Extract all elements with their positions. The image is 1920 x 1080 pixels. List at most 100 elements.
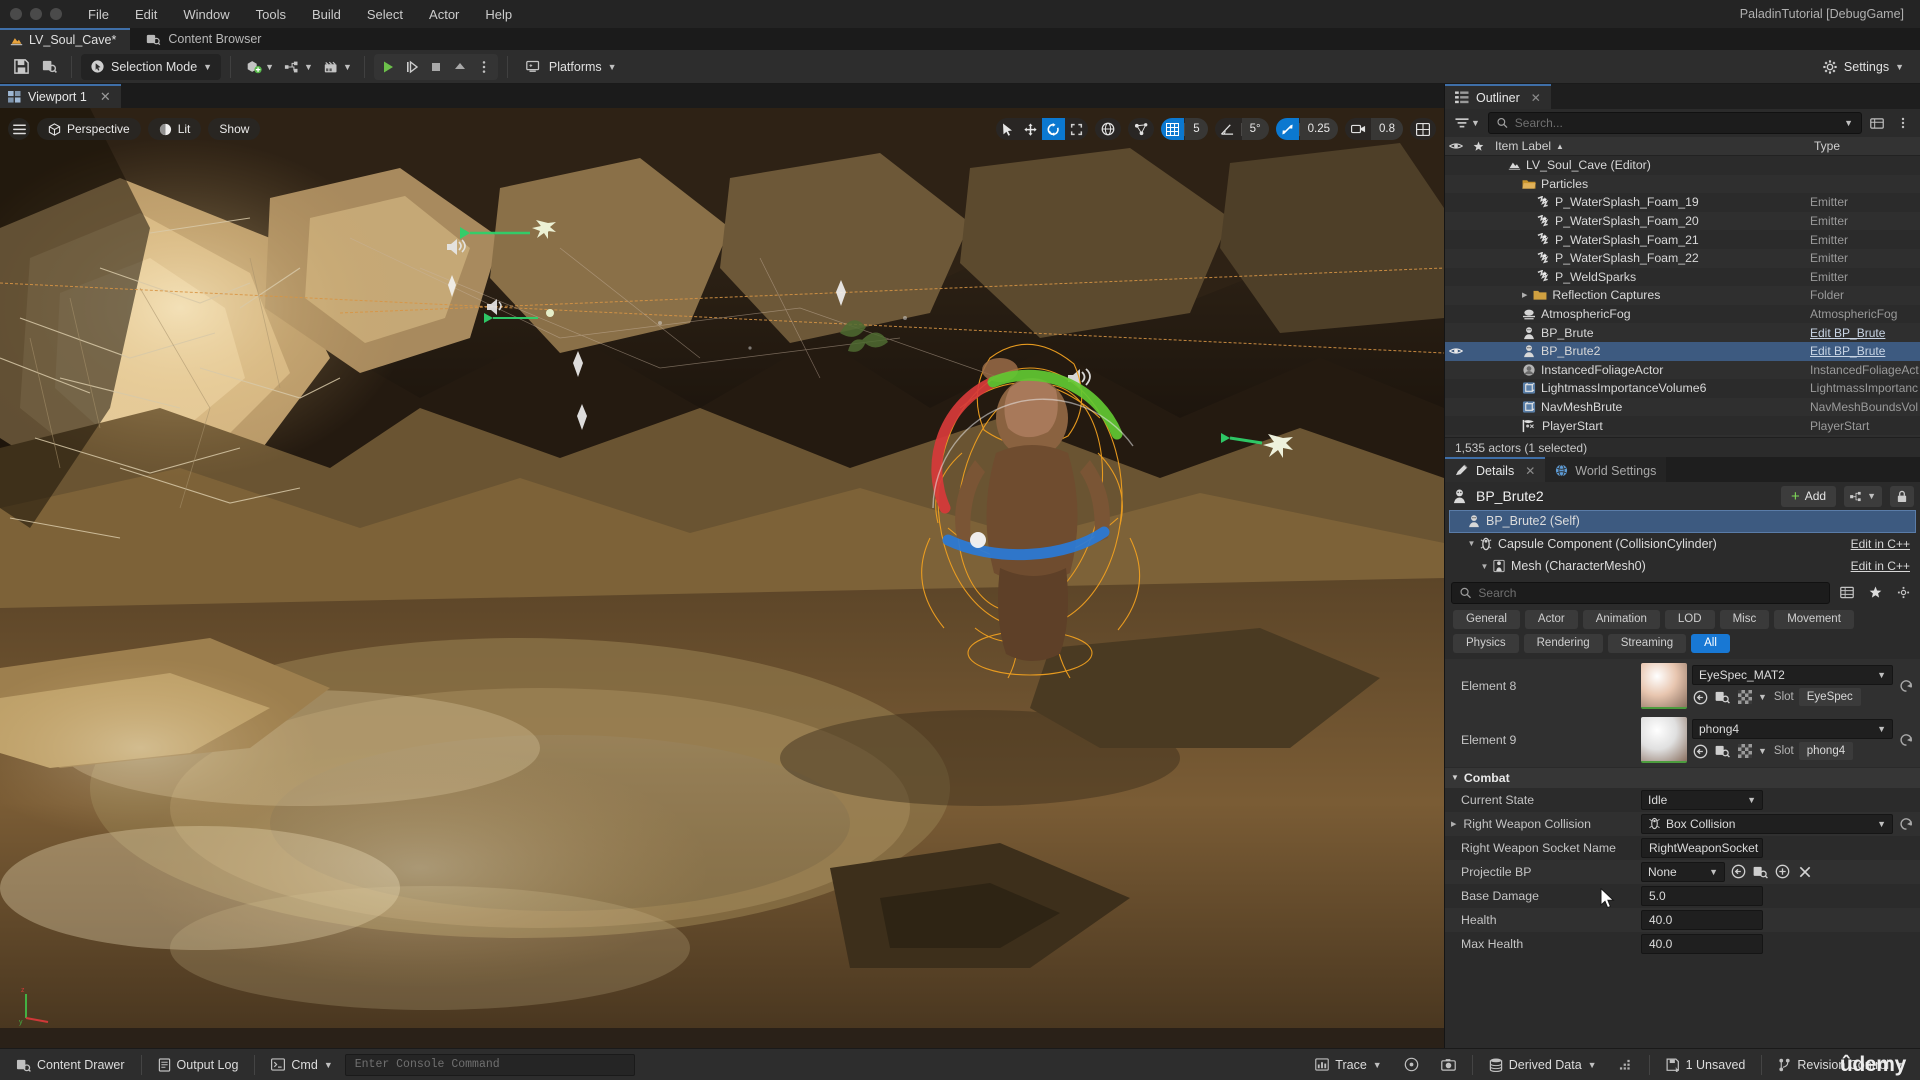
outliner-more-icon[interactable]: [1892, 112, 1914, 134]
component-options-button[interactable]: ▼: [1844, 485, 1882, 507]
property-text-field[interactable]: RightWeaponSocket: [1641, 837, 1763, 858]
property-dropdown[interactable]: Box Collision ▼: [1641, 813, 1893, 834]
browse-to-asset-icon[interactable]: [1714, 743, 1731, 760]
outliner-row[interactable]: InstancedFoliageActor InstancedFoliageAct: [1445, 360, 1920, 380]
viewport-3d[interactable]: Perspective Lit Show 5 5° 0.25 0.8 y z: [0, 108, 1444, 1048]
property-asset-picker[interactable]: None ▼: [1641, 861, 1725, 882]
viewport-perspective-button[interactable]: Perspective: [37, 118, 141, 140]
tab-outliner[interactable]: Outliner ✕: [1445, 84, 1551, 109]
component-row[interactable]: ▼ Capsule Component (CollisionCylinder) Ed…: [1449, 533, 1916, 556]
column-header-type[interactable]: Type: [1810, 139, 1920, 153]
details-filter-chips[interactable]: General Actor Animation LOD Misc Movement Phys…: [1445, 608, 1920, 659]
expand-tri-icon[interactable]: ▶: [1451, 820, 1456, 828]
filter-chip-movement[interactable]: Movement: [1774, 609, 1854, 629]
save-icon[interactable]: [8, 54, 34, 80]
browse-to-asset-icon[interactable]: [1714, 689, 1731, 706]
viewport-lit-button[interactable]: Lit: [147, 118, 202, 140]
scale-snap-icon[interactable]: [1275, 118, 1299, 140]
component-tree[interactable]: BP_Brute2 (Self) ▼ Capsule Component (Coll…: [1445, 510, 1920, 578]
browse-to-asset-icon[interactable]: [1752, 863, 1769, 880]
material-combo[interactable]: phong4 ▼: [1692, 719, 1893, 739]
property-dropdown[interactable]: Idle ▼: [1641, 789, 1763, 810]
tab-world-settings[interactable]: World Settings: [1545, 457, 1667, 482]
filter-chip-rendering[interactable]: Rendering: [1523, 633, 1603, 653]
property-number-field[interactable]: 40.0: [1641, 933, 1763, 954]
tab-content-browser[interactable]: Content Browser: [130, 28, 278, 50]
outliner-row[interactable]: PlayerStart PlayerStart: [1445, 416, 1920, 435]
outliner-settings-icon[interactable]: [1866, 112, 1888, 134]
close-icon[interactable]: ✕: [100, 89, 111, 105]
cinematics-button[interactable]: ▼: [318, 54, 355, 80]
platforms-button[interactable]: Platforms ▼: [517, 54, 625, 80]
details-search-input[interactable]: [1478, 585, 1821, 600]
outliner-row[interactable]: AtmosphericFog AtmosphericFog: [1445, 305, 1920, 324]
pin-column-icon[interactable]: [1467, 140, 1489, 152]
use-selected-asset-icon[interactable]: [1730, 863, 1747, 880]
outliner-row[interactable]: P_WaterSplash_Foam_19 Emitter: [1445, 193, 1920, 212]
close-window-button[interactable]: [10, 8, 22, 20]
outliner-list[interactable]: LV_Soul_Cave (Editor) Particles P_WaterSpl…: [1445, 156, 1920, 437]
material-preview-icon[interactable]: [1736, 743, 1753, 760]
rotate-gizmo-icon[interactable]: [1042, 118, 1066, 140]
output-log-button[interactable]: Output Log: [148, 1053, 249, 1077]
viewport-show-button[interactable]: Show: [208, 118, 261, 140]
outliner-row-type[interactable]: Edit BP_Brute: [1810, 344, 1920, 358]
camera-speed-value[interactable]: 0.8: [1371, 118, 1403, 140]
filter-chip-physics[interactable]: Physics: [1453, 633, 1519, 653]
maximize-window-button[interactable]: [50, 8, 62, 20]
tab-viewport-1[interactable]: Viewport 1 ✕: [0, 84, 121, 108]
material-thumbnail[interactable]: [1641, 662, 1687, 709]
reset-to-default-icon[interactable]: [1898, 733, 1914, 746]
use-selected-asset-icon[interactable]: [1692, 689, 1709, 706]
details-settings-icon[interactable]: [1892, 582, 1914, 604]
console-command-input[interactable]: Enter Console Command: [344, 1053, 635, 1076]
settings-button[interactable]: Settings ▼: [1814, 54, 1912, 80]
clear-asset-icon[interactable]: [1796, 863, 1813, 880]
material-preview-icon[interactable]: [1736, 689, 1753, 706]
cmd-button[interactable]: Cmd ▼: [261, 1053, 342, 1077]
menu-build[interactable]: Build: [300, 4, 353, 25]
new-asset-icon[interactable]: [1774, 863, 1791, 880]
material-thumbnail[interactable]: [1641, 716, 1687, 763]
outliner-row[interactable]: Particles: [1445, 174, 1920, 194]
add-component-button[interactable]: + Add: [1780, 485, 1837, 507]
close-icon[interactable]: ✕: [1525, 464, 1535, 478]
filter-chip-all[interactable]: All: [1691, 633, 1730, 653]
menu-window[interactable]: Window: [171, 4, 241, 25]
menu-actor[interactable]: Actor: [417, 4, 471, 25]
derived-data-button[interactable]: Derived Data ▼: [1479, 1053, 1607, 1077]
chevron-down-icon[interactable]: ▼: [1758, 692, 1767, 702]
minimize-window-button[interactable]: [30, 8, 42, 20]
outliner-search-field[interactable]: ▼: [1487, 112, 1862, 134]
angle-snap-value[interactable]: 5°: [1241, 118, 1269, 140]
outliner-search-input[interactable]: [1514, 116, 1838, 130]
screenshot-icon[interactable]: [1431, 1053, 1466, 1077]
outliner-row[interactable]: P_WeldSparks Emitter: [1445, 268, 1920, 287]
outliner-row[interactable]: LightmassImportanceVolume6 LightmassImpor…: [1445, 379, 1920, 398]
tab-level-editor[interactable]: LV_Soul_Cave*: [0, 28, 131, 50]
camera-icon[interactable]: [1345, 118, 1371, 140]
slot-value[interactable]: EyeSpec: [1798, 688, 1861, 706]
filter-chip-animation[interactable]: Animation: [1582, 609, 1660, 629]
play-icon[interactable]: [376, 55, 400, 79]
blueprints-button[interactable]: ▼: [279, 54, 316, 80]
use-selected-asset-icon[interactable]: [1692, 743, 1709, 760]
filter-chip-general[interactable]: General: [1453, 609, 1520, 629]
menu-file[interactable]: File: [76, 4, 121, 25]
selection-mode-button[interactable]: Selection Mode ▼: [81, 53, 222, 80]
grid-snap-value[interactable]: 5: [1185, 118, 1208, 140]
world-coords-icon[interactable]: [1095, 118, 1121, 140]
row-visibility-icon[interactable]: [1445, 346, 1467, 356]
filter-chip-streaming[interactable]: Streaming: [1607, 633, 1687, 653]
outliner-filter-button[interactable]: ▼: [1451, 112, 1484, 134]
edit-in-cpp-link[interactable]: Edit in C++: [1851, 537, 1910, 551]
window-controls[interactable]: [0, 8, 76, 20]
content-drawer-button[interactable]: Content Drawer: [6, 1053, 135, 1077]
outliner-row[interactable]: BP_Brute2 Edit BP_Brute: [1445, 341, 1920, 361]
eject-icon[interactable]: [448, 55, 472, 79]
chevron-down-icon[interactable]: ▼: [1758, 746, 1767, 756]
surface-snap-icon[interactable]: [1128, 118, 1154, 140]
outliner-row[interactable]: P_WaterSplash_Foam_21 Emitter: [1445, 230, 1920, 249]
grid-snap-icon[interactable]: [1161, 118, 1185, 140]
outliner-row[interactable]: LV_Soul_Cave (Editor): [1445, 156, 1920, 175]
